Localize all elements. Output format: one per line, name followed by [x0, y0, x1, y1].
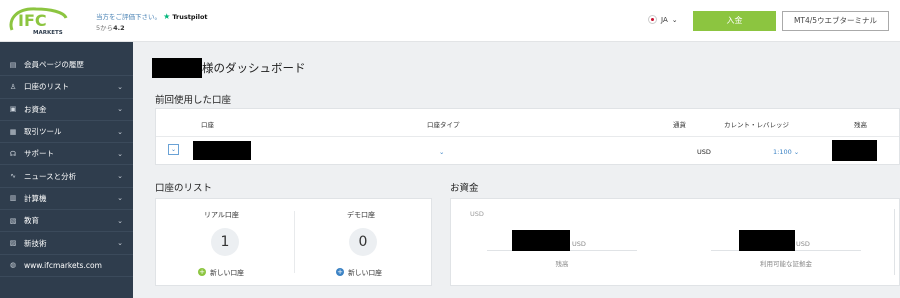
page-title: 様のダッシュボード	[152, 58, 306, 78]
divider	[894, 209, 895, 275]
user-icon: ♙	[9, 82, 17, 91]
headset-icon: ☊	[9, 149, 17, 158]
free-margin-currency: USD	[796, 240, 810, 248]
sidebar-item-label: ニュースと分析	[24, 171, 77, 181]
row-currency: USD	[697, 148, 711, 156]
sidebar-item-label: www.ifcmarkets.com	[24, 260, 102, 270]
star-icon: ★	[163, 12, 171, 21]
col-balance: 残高	[854, 121, 867, 129]
sidebar-item-label: 新技術	[24, 238, 47, 248]
balance-currency: USD	[572, 240, 586, 248]
new-real-account-link[interactable]: + 新しい口座	[198, 267, 244, 277]
sidebar-item-2[interactable]: ▣ お資金 ⌄	[0, 99, 133, 121]
chevron-down-icon: ⌄	[117, 239, 123, 248]
funds-title: お資金	[450, 183, 479, 194]
globe-icon: ◍	[9, 261, 17, 270]
recent-account-table: 口座 口座タイプ 通貨 カレント・レバレッジ 残高 ⌄ ⌄ USD 1:100 …	[155, 108, 900, 165]
sidebar-item-0[interactable]: ▤ 会員ページの履歴	[0, 54, 133, 77]
calculator-icon: ▥	[9, 194, 17, 203]
web-terminal-button[interactable]: MT4/5ウエブターミナル	[782, 11, 889, 31]
redacted-username	[152, 58, 202, 78]
plus-circle-icon: +	[336, 268, 344, 276]
balance-caption: 残高	[555, 260, 569, 268]
redacted-free-margin-amount	[739, 230, 795, 251]
plus-circle-icon: +	[198, 268, 206, 276]
trustpilot-ask: 当方をご評価下さい。	[96, 13, 161, 21]
col-leverage: カレント・レバレッジ	[724, 121, 789, 129]
chevron-down-icon: ⌄	[117, 127, 123, 136]
chevron-down-icon: ⌄	[117, 105, 123, 114]
funds-card: USD USD 残高 USD 利用可能な証拠金	[450, 198, 900, 286]
redacted-balance-amount	[512, 230, 570, 251]
col-account: 口座	[201, 121, 214, 129]
new-demo-account-link[interactable]: + 新しい口座	[336, 267, 382, 277]
svg-text:IFC: IFC	[18, 11, 47, 30]
sidebar-item-label: お資金	[24, 104, 47, 114]
sidebar-item-label: サポート	[24, 149, 54, 159]
chevron-down-icon: ⌄	[117, 216, 123, 225]
chevron-down-icon: ⌄	[117, 149, 123, 158]
divider	[156, 136, 899, 137]
real-account-count[interactable]: 1	[211, 228, 239, 256]
demo-account-label: デモ口座	[347, 211, 375, 219]
redacted-balance	[832, 140, 877, 161]
sidebar-item-label: 口座のリスト	[24, 82, 69, 92]
col-currency: 通貨	[673, 121, 686, 129]
sidebar-item-3[interactable]: ▦ 取引ツール ⌄	[0, 121, 133, 144]
sidebar-item-4[interactable]: ☊ サポート ⌄	[0, 143, 133, 166]
redacted-account-number	[193, 141, 251, 160]
col-account-type: 口座タイプ	[427, 121, 460, 129]
language-code: JA	[661, 15, 668, 24]
divider	[294, 211, 295, 273]
account-list-card: リアル口座 1 + 新しい口座 デモ口座 0 + 新しい口座	[155, 198, 432, 286]
svg-text:MARKETS: MARKETS	[33, 30, 63, 36]
chevron-down-icon: ⌄	[117, 194, 123, 203]
expand-row-button[interactable]: ⌄	[168, 144, 179, 155]
funds-currency: USD	[470, 210, 484, 218]
briefcase-icon: ▦	[9, 127, 17, 136]
leverage-selector[interactable]: 1:100 ⌄	[773, 148, 799, 156]
sidebar-item-5[interactable]: ∿ ニュースと分析 ⌄	[0, 165, 133, 188]
sidebar-item-6[interactable]: ▥ 計算機 ⌄	[0, 188, 133, 211]
account-list-title: 口座のリスト	[155, 183, 213, 194]
sidebar: ▤ 会員ページの履歴 ♙ 口座のリスト ⌄ ▣ お資金 ⌄ ▦ 取引ツール ⌄ ☊ サポート ⌄ ∿ ニュース…	[0, 42, 133, 298]
trustpilot-rating: 5から4.2	[96, 24, 125, 32]
chip-icon: ▨	[9, 239, 17, 248]
trustpilot-widget[interactable]: 当方をご評価下さい。 ★ Trustpilot 5から4.2	[96, 11, 208, 34]
sidebar-item-label: 計算機	[24, 193, 47, 203]
sidebar-item-8[interactable]: ▨ 新技術 ⌄	[0, 232, 133, 255]
deposit-button[interactable]: 入金	[693, 11, 776, 31]
demo-account-count[interactable]: 0	[349, 228, 377, 256]
real-account-label: リアル口座	[204, 211, 239, 219]
chevron-down-icon: ⌄	[671, 15, 678, 24]
top-header: IFC MARKETS 当方をご評価下さい。 ★ Trustpilot 5から4…	[0, 0, 900, 42]
chevron-down-icon: ⌄	[117, 82, 123, 91]
sidebar-item-9[interactable]: ◍ www.ifcmarkets.com	[0, 255, 133, 277]
sidebar-item-label: 取引ツール	[24, 127, 62, 137]
sidebar-item-label: 会員ページの履歴	[24, 60, 84, 70]
chevron-down-icon: ⌄	[117, 172, 123, 181]
free-margin-caption: 利用可能な証拠金	[760, 260, 812, 268]
document-icon: ▤	[9, 60, 17, 69]
book-icon: ▧	[9, 216, 17, 225]
account-type-dropdown-icon[interactable]: ⌄	[439, 148, 444, 156]
trustpilot-brand: Trustpilot	[172, 13, 208, 21]
japan-flag-icon	[648, 15, 657, 24]
sidebar-item-7[interactable]: ▧ 教育 ⌄	[0, 210, 133, 233]
sidebar-item-1[interactable]: ♙ 口座のリスト ⌄	[0, 76, 133, 99]
chart-icon: ∿	[10, 172, 16, 181]
sidebar-item-label: 教育	[24, 216, 39, 226]
recent-account-title: 前回使用した口座	[155, 95, 232, 106]
wallet-icon: ▣	[9, 105, 17, 114]
ifc-markets-logo[interactable]: IFC MARKETS	[6, 6, 70, 36]
language-selector[interactable]: JA ⌄	[648, 15, 678, 24]
